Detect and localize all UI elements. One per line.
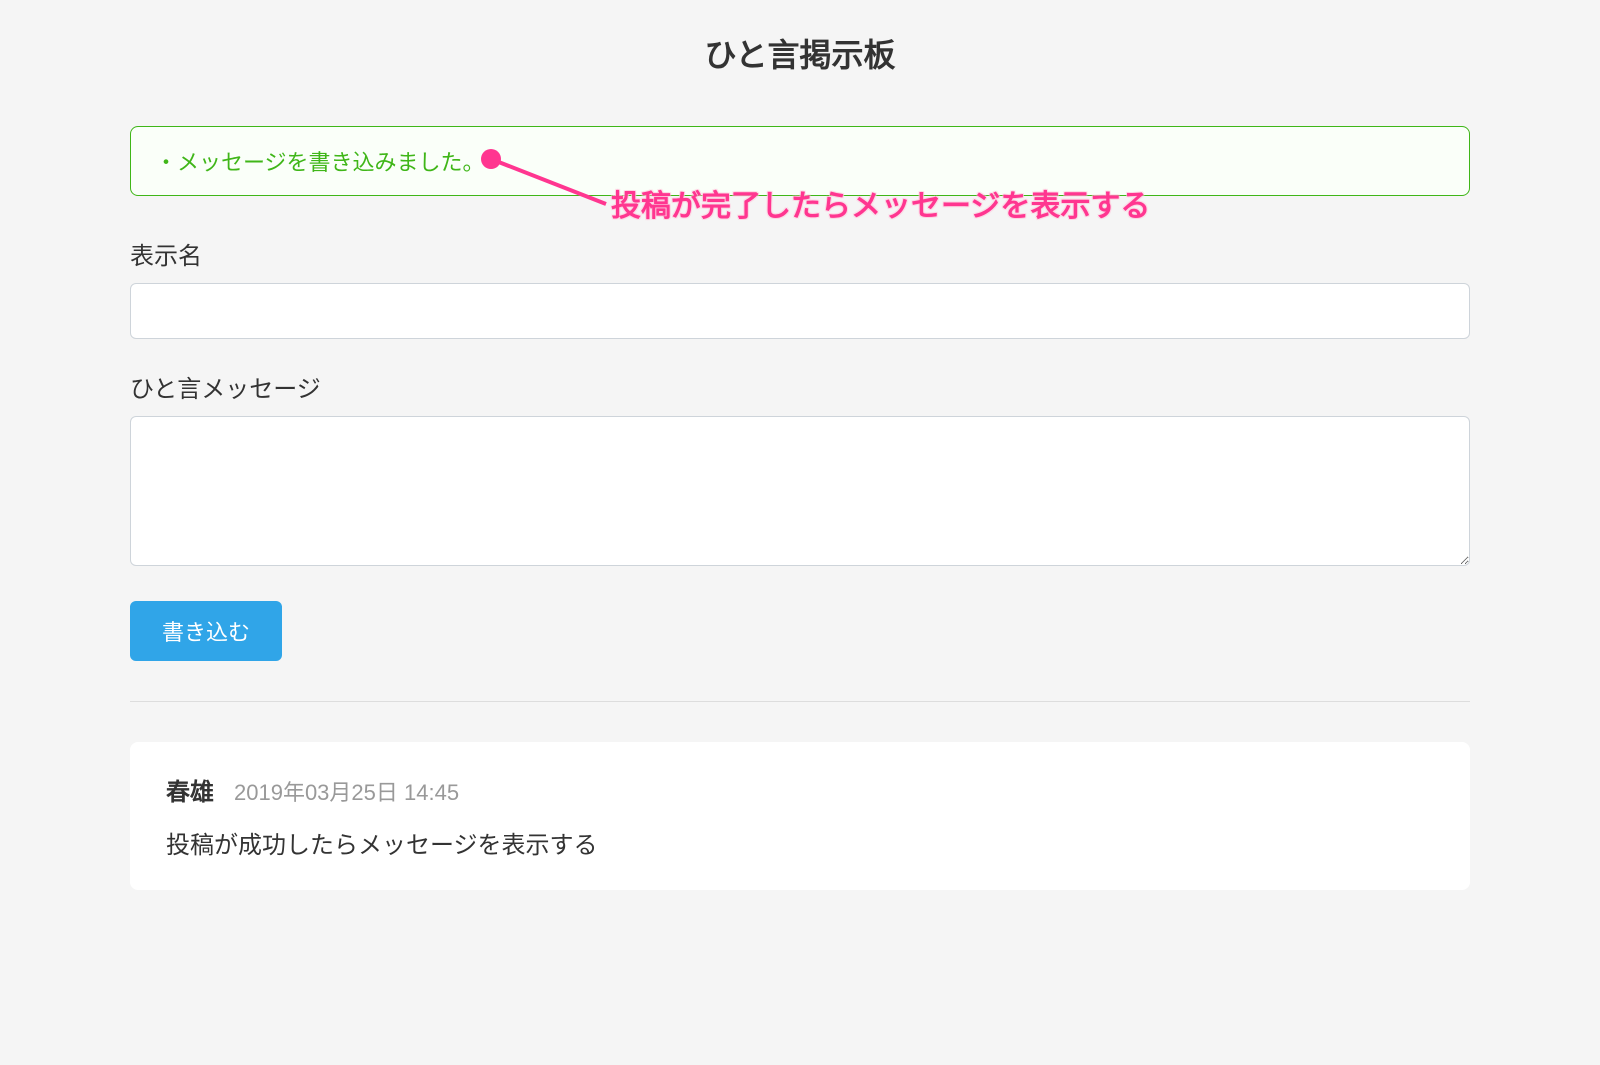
post-timestamp: 2019年03月25日 14:45 [234,775,459,807]
message-label: ひと言メッセージ [130,369,1470,404]
section-divider [130,701,1470,702]
display-name-group: 表示名 [130,236,1470,339]
success-alert-text: ・メッセージを書き込みました。 [155,150,485,175]
post-body: 投稿が成功したらメッセージを表示する [166,825,1434,860]
display-name-label: 表示名 [130,236,1470,271]
page-title: ひと言掲示板 [130,30,1470,76]
annotation-text: 投稿が完了したらメッセージを表示する [611,181,1150,225]
message-group: ひと言メッセージ [130,369,1470,571]
post-header: 春雄 2019年03月25日 14:45 [166,772,1434,807]
annotation-arrow-icon [481,149,621,219]
display-name-input[interactable] [130,283,1470,339]
message-textarea[interactable] [130,416,1470,566]
main-container: ひと言掲示板 ・メッセージを書き込みました。 投稿が完了したらメッセージを表示す… [70,30,1530,890]
success-alert: ・メッセージを書き込みました。 投稿が完了したらメッセージを表示する [130,126,1470,196]
post-author: 春雄 [166,772,214,807]
post-card: 春雄 2019年03月25日 14:45 投稿が成功したらメッセージを表示する [130,742,1470,890]
submit-button[interactable]: 書き込む [130,601,282,661]
